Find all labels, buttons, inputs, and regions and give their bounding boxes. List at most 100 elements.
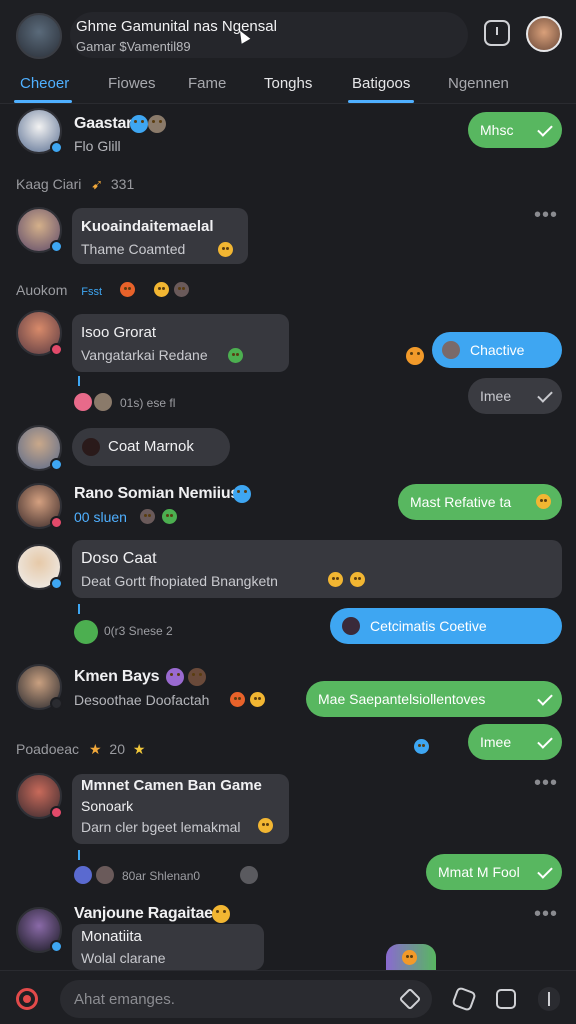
emoji-icon xyxy=(228,348,243,363)
thread-indicator xyxy=(78,376,80,386)
mini-avatar xyxy=(342,617,360,635)
emoji-icon xyxy=(230,692,245,707)
message-composer xyxy=(0,970,576,1024)
emoji-icon xyxy=(406,347,424,365)
reply-pill[interactable]: Imee xyxy=(468,724,562,760)
avatar[interactable] xyxy=(16,773,63,819)
avatar[interactable] xyxy=(16,108,63,154)
reply-pill[interactable]: Mast Refative ta xyxy=(398,484,562,520)
message-title: Isoo Grorat xyxy=(81,324,157,341)
app-header: Ghme Gamunital nas Ngensal Gamar $Vament… xyxy=(0,0,576,66)
tab-batigoos[interactable]: Batigoos xyxy=(352,75,410,92)
contact-status: Desoothae Doofactah xyxy=(74,692,210,708)
message-text: Vangatarkai Redane xyxy=(81,347,208,363)
contact-name[interactable]: Vanjoune Ragaitae xyxy=(74,905,213,923)
avatar[interactable] xyxy=(16,310,63,356)
emoji-icon xyxy=(218,242,233,257)
reply-label: Mhsc xyxy=(480,122,514,138)
avatar[interactable] xyxy=(16,483,63,529)
message-title: Kuoaindaitemaelal xyxy=(81,218,214,235)
emoji-icon xyxy=(166,668,184,686)
tab-ngennen[interactable]: Ngennen xyxy=(448,75,509,92)
mini-avatar xyxy=(442,341,460,359)
emoji-icon xyxy=(188,668,206,686)
message-subtitle: Monatiita xyxy=(81,928,142,945)
contact-name[interactable]: Rano Somian Nemiius xyxy=(74,485,239,503)
avatar[interactable] xyxy=(16,207,63,253)
tab-underline-secondary xyxy=(348,100,414,103)
reaction-avatar xyxy=(74,866,92,884)
emoji-icon xyxy=(258,818,273,833)
avatar[interactable] xyxy=(16,544,63,590)
more-icon[interactable] xyxy=(538,987,560,1011)
status-badge xyxy=(50,516,63,529)
chat-subtitle: Gamar $Vamentil89 xyxy=(76,39,191,54)
message-title: Coat Marnok xyxy=(108,438,194,455)
contact-status: 00 sluen xyxy=(74,509,127,525)
emoji-icon xyxy=(212,905,230,923)
message-text: Darn cler bgeet lemakmal xyxy=(81,819,241,835)
reaction-avatar xyxy=(74,393,92,411)
timer-icon[interactable] xyxy=(484,20,510,46)
check-icon xyxy=(537,733,553,749)
message-input[interactable] xyxy=(60,980,432,1018)
message-text: Thame Coamted xyxy=(81,241,186,257)
reply-pill[interactable]: Mae Saepantelsiollentoves xyxy=(306,681,562,717)
camera-icon[interactable] xyxy=(496,989,516,1009)
reply-pill[interactable]: Cetcimatis Coetive xyxy=(330,608,562,644)
tab-cheoer[interactable]: Cheoer xyxy=(20,75,69,92)
reply-label: Chactive xyxy=(470,342,525,358)
message-bubble[interactable]: Monatiita Wolal clarane xyxy=(72,924,264,970)
tab-tonghs[interactable]: Tonghs xyxy=(264,75,312,92)
message-bubble[interactable]: Isoo Grorat Vangatarkai Redane xyxy=(72,314,289,372)
message-title: Doso Caat xyxy=(81,550,157,567)
check-icon xyxy=(537,863,553,879)
message-bubble[interactable]: Mmnet Camen Ban Game Sonoark Darn cler b… xyxy=(72,774,289,844)
avatar[interactable] xyxy=(16,425,63,471)
emoji-icon xyxy=(148,115,166,133)
reply-pill[interactable]: Mhsc xyxy=(468,112,562,148)
status-badge xyxy=(50,697,63,710)
reaction-avatar xyxy=(240,866,258,884)
reply-pill[interactable]: Chactive xyxy=(432,332,562,368)
message-bubble[interactable]: Coat Marnok xyxy=(72,428,230,466)
message-subtitle: Sonoark xyxy=(81,798,134,814)
tab-underline-active xyxy=(14,100,72,103)
emoji-icon xyxy=(154,282,169,297)
emoji-icon xyxy=(174,282,189,297)
fire-icon: ➹ xyxy=(91,176,103,192)
record-icon[interactable] xyxy=(16,988,38,1010)
profile-avatar[interactable] xyxy=(526,16,562,52)
more-options-icon[interactable]: ••• xyxy=(534,903,558,926)
message-bubble[interactable]: Doso Caat Deat Gortt fhopiated Bnangketn xyxy=(72,540,562,598)
message-text: Deat Gortt fhopiated Bnangketn xyxy=(81,573,278,589)
avatar[interactable] xyxy=(16,664,63,710)
reply-label: Mae Saepantelsiollentoves xyxy=(318,691,486,707)
section-header: Auokom Fsst xyxy=(16,282,103,298)
check-icon xyxy=(537,387,553,403)
status-badge xyxy=(50,940,63,953)
emoji-icon xyxy=(130,115,148,133)
message-bubble[interactable]: Kuoaindaitemaelal Thame Coamted xyxy=(72,208,248,264)
check-icon xyxy=(537,121,553,137)
tab-fiowes[interactable]: Fiowes xyxy=(108,75,156,92)
more-options-icon[interactable]: ••• xyxy=(534,204,558,227)
check-icon xyxy=(537,690,553,706)
reply-label: Mmat M Fool xyxy=(438,864,520,880)
section-header: Poadoeac ★ 20 ★ xyxy=(16,741,146,757)
tab-fame[interactable]: Fame xyxy=(188,75,226,92)
reply-pill[interactable]: Imee xyxy=(468,378,562,414)
group-avatar[interactable] xyxy=(16,13,62,59)
emoji-icon xyxy=(162,509,177,524)
more-options-icon[interactable]: ••• xyxy=(534,772,558,795)
avatar[interactable] xyxy=(16,907,63,953)
status-badge xyxy=(50,458,63,471)
sticker-icon[interactable] xyxy=(451,986,477,1012)
contact-name[interactable]: Gaastar xyxy=(74,115,132,133)
tab-bar: Cheoer Fiowes Fame Tonghs Batigoos Ngenn… xyxy=(0,66,576,104)
reaction-summary: 80ar Shlenan0 xyxy=(122,869,201,883)
contact-name[interactable]: Kmen Bays xyxy=(74,668,160,686)
reply-pill[interactable]: Mmat M Fool xyxy=(426,854,562,890)
reaction-avatar xyxy=(96,866,114,884)
reaction-pill[interactable] xyxy=(386,944,436,970)
